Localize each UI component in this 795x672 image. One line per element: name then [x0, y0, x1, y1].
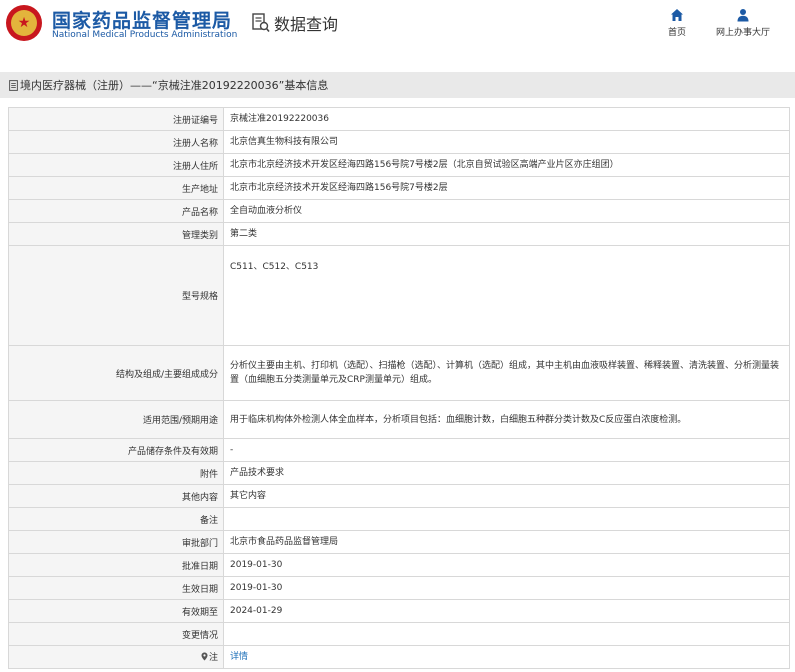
nav-public-service-label: 网上办事大厅	[715, 28, 770, 38]
field-value: C511、C512、C513	[223, 245, 790, 346]
user-icon	[737, 9, 749, 22]
table-row: 产品名称 全自动血液分析仪	[8, 199, 790, 223]
field-label: 其他内容	[8, 484, 224, 508]
table-row: 注册人住所 北京市北京经济技术开发区经海四路156号院7号楼2层（北京自贸试验区…	[8, 153, 790, 177]
table-row: 结构及组成/主要组成成分 分析仪主要由主机、打印机（选配）、扫描枪（选配）、计算…	[8, 345, 790, 401]
table-row: 生产地址 北京市北京经济技术开发区经海四路156号院7号楼2层	[8, 176, 790, 200]
document-icon	[9, 79, 18, 91]
field-label: 管理类别	[8, 222, 224, 246]
field-value: 北京市北京经济技术开发区经海四路156号院7号楼2层	[223, 176, 790, 200]
field-label: 审批部门	[8, 530, 224, 554]
note-field-label: 注	[8, 645, 224, 669]
field-label: 注册证编号	[8, 107, 224, 131]
field-label: 生效日期	[8, 576, 224, 600]
field-label: 型号规格	[8, 245, 224, 346]
table-row: 备注	[8, 507, 790, 531]
table-row: 生效日期 2019-01-30	[8, 576, 790, 600]
site-header: ★ 国家药品监督管理局 National Medical Products Ad…	[0, 0, 795, 50]
emblem-star-icon: ★	[11, 10, 37, 36]
table-row: 产品储存条件及有效期 -	[8, 438, 790, 462]
details-link[interactable]: 详情	[230, 652, 248, 662]
table-row: 管理类别 第二类	[8, 222, 790, 246]
field-value: 2019-01-30	[223, 553, 790, 577]
detail-title: 境内医疗器械（注册）——“京械注准20192220036”基本信息	[20, 79, 329, 92]
device-info-table: 注册证编号 京械注准20192220036 注册人名称 北京信真生物科技有限公司…	[8, 107, 790, 669]
nav-home[interactable]: 首页	[662, 8, 692, 38]
field-value: 京械注准20192220036	[223, 107, 790, 131]
agency-name-cn[interactable]: 国家药品监督管理局	[52, 6, 232, 33]
table-row: 附件 产品技术要求	[8, 461, 790, 485]
field-value: 用于临床机构体外检测人体全血样本，分析项目包括：血细胞计数，白细胞五种群分类计数…	[223, 400, 790, 439]
data-query-label: 数据查询	[274, 15, 339, 34]
field-value: 分析仪主要由主机、打印机（选配）、扫描枪（选配）、计算机（选配）组成，其中主机由…	[223, 345, 790, 401]
field-label: 附件	[8, 461, 224, 485]
nav-home-label: 首页	[667, 28, 686, 38]
field-value: 详情	[223, 645, 790, 669]
field-value: 其它内容	[223, 484, 790, 508]
table-row: 注册证编号 京械注准20192220036	[8, 107, 790, 131]
agency-name-en: National Medical Products Administration	[52, 30, 238, 40]
field-value: 北京信真生物科技有限公司	[223, 130, 790, 154]
nav-public-service-hall[interactable]: 网上办事大厅	[712, 8, 774, 38]
table-row: 注册人名称 北京信真生物科技有限公司	[8, 130, 790, 154]
field-value: 2019-01-30	[223, 576, 790, 600]
field-label: 结构及组成/主要组成成分	[8, 345, 224, 401]
note-label-text: 注	[208, 653, 218, 663]
field-label: 变更情况	[8, 622, 224, 646]
table-row: 审批部门 北京市食品药品监督管理局	[8, 530, 790, 554]
data-query-title: 数据查询	[252, 11, 338, 35]
data-search-icon	[252, 13, 270, 33]
field-value: 北京市北京经济技术开发区经海四路156号院7号楼2层（北京自贸试验区高端产业片区…	[223, 153, 790, 177]
national-emblem-logo[interactable]: ★	[6, 5, 42, 41]
field-label: 生产地址	[8, 176, 224, 200]
field-label: 有效期至	[8, 599, 224, 623]
field-label: 注册人住所	[8, 153, 224, 177]
table-row: 批准日期 2019-01-30	[8, 553, 790, 577]
table-row: 适用范围/预期用途 用于临床机构体外检测人体全血样本，分析项目包括：血细胞计数，…	[8, 400, 790, 439]
table-row: 其他内容 其它内容	[8, 484, 790, 508]
detail-title-bar: 境内医疗器械（注册）——“京械注准20192220036”基本信息	[0, 72, 795, 98]
home-icon	[671, 9, 683, 21]
table-row: 有效期至 2024-01-29	[8, 599, 790, 623]
field-label: 适用范围/预期用途	[8, 400, 224, 439]
table-row: 注 详情	[8, 645, 790, 669]
table-row: 变更情况	[8, 622, 790, 646]
location-pin-icon	[201, 652, 208, 661]
field-value: 2024-01-29	[223, 599, 790, 623]
field-value: 产品技术要求	[223, 461, 790, 485]
field-label: 批准日期	[8, 553, 224, 577]
field-value: 北京市食品药品监督管理局	[223, 530, 790, 554]
table-row: 型号规格 C511、C512、C513	[8, 245, 790, 346]
field-value	[223, 507, 790, 531]
field-label: 注册人名称	[8, 130, 224, 154]
field-value: 第二类	[223, 222, 790, 246]
field-value	[223, 622, 790, 646]
field-label: 备注	[8, 507, 224, 531]
field-label: 产品储存条件及有效期	[8, 438, 224, 462]
field-value: -	[223, 438, 790, 462]
field-value: 全自动血液分析仪	[223, 199, 790, 223]
field-label: 产品名称	[8, 199, 224, 223]
